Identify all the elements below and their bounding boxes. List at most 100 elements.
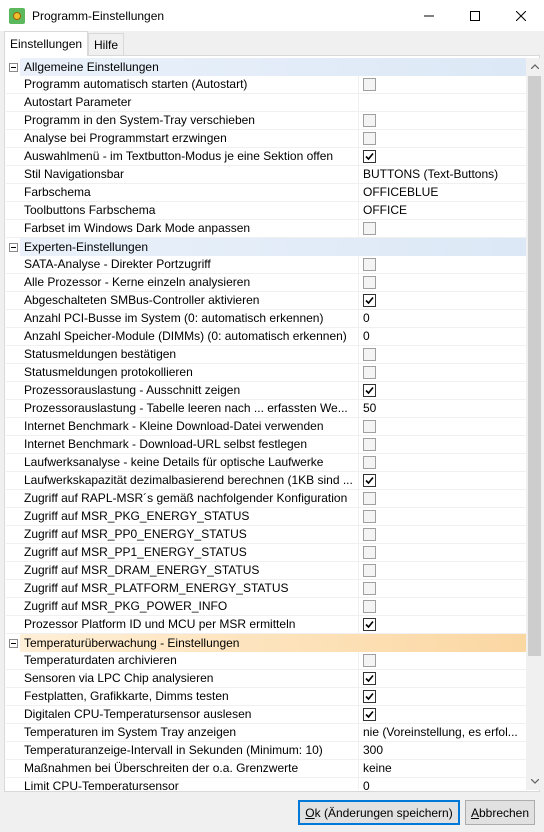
property-value[interactable]: 0 — [359, 310, 526, 327]
property-row[interactable]: Farbschema OFFICEBLUE — [6, 184, 526, 202]
property-row[interactable]: Zugriff auf MSR_PKG_POWER_INFO — [6, 598, 526, 616]
property-value[interactable]: keine — [359, 760, 526, 777]
property-value[interactable]: 50 — [359, 400, 526, 417]
row-gutter — [6, 436, 20, 453]
property-row[interactable]: Temperaturen im System Tray anzeigen nie … — [6, 724, 526, 742]
category-header[interactable]: Experten-Einstellungen — [6, 238, 526, 256]
property-value[interactable] — [359, 94, 526, 111]
checkbox-unchecked[interactable] — [363, 132, 376, 145]
property-value[interactable]: BUTTONS (Text-Buttons) — [359, 166, 526, 183]
property-row[interactable]: Stil Navigationsbar BUTTONS (Text-Buttons… — [6, 166, 526, 184]
category-header[interactable]: Temperaturüberwachung - Einstellungen — [6, 634, 526, 652]
checkbox-unchecked[interactable] — [363, 438, 376, 451]
property-row[interactable]: Zugriff auf MSR_PKG_ENERGY_STATUS — [6, 508, 526, 526]
vertical-scrollbar[interactable] — [526, 58, 543, 790]
checkbox-unchecked[interactable] — [363, 546, 376, 559]
property-row[interactable]: Prozessorauslastung - Tabelle leeren nac… — [6, 400, 526, 418]
checkbox-unchecked[interactable] — [363, 528, 376, 541]
property-value — [359, 112, 526, 129]
checkbox-unchecked[interactable] — [363, 564, 376, 577]
cancel-button[interactable]: Abbrechen — [465, 800, 535, 825]
checkbox-checked[interactable] — [363, 672, 376, 685]
property-value[interactable]: 300 — [359, 742, 526, 759]
property-row[interactable]: Statusmeldungen protokollieren — [6, 364, 526, 382]
checkbox-unchecked[interactable] — [363, 222, 376, 235]
property-name: Internet Benchmark - Kleine Download-Dat… — [20, 418, 359, 435]
checkbox-checked[interactable] — [363, 708, 376, 721]
property-row[interactable]: Analyse bei Programmstart erzwingen — [6, 130, 526, 148]
property-row[interactable]: Digitalen CPU-Temperatursensor auslesen — [6, 706, 526, 724]
maximize-button[interactable] — [452, 0, 498, 31]
checkbox-unchecked[interactable] — [363, 456, 376, 469]
checkbox-checked[interactable] — [363, 294, 376, 307]
property-name: Zugriff auf RAPL-MSR´s gemäß nachfolgend… — [20, 490, 359, 507]
property-row[interactable]: Prozessorauslastung - Ausschnitt zeigen — [6, 382, 526, 400]
property-value[interactable]: 0 — [359, 778, 526, 790]
property-row[interactable]: Maßnahmen bei Überschreiten der o.a. Gre… — [6, 760, 526, 778]
property-row[interactable]: Zugriff auf MSR_PLATFORM_ENERGY_STATUS — [6, 580, 526, 598]
property-row[interactable]: Alle Prozessor - Kerne einzeln analysier… — [6, 274, 526, 292]
tab-einstellungen[interactable]: Einstellungen — [4, 31, 89, 56]
checkbox-unchecked[interactable] — [363, 276, 376, 289]
property-row[interactable]: Laufwerkskapazität dezimalbasierend bere… — [6, 472, 526, 490]
property-row[interactable]: Festplatten, Grafikkarte, Dimms testen — [6, 688, 526, 706]
checkmark-icon — [365, 386, 374, 395]
property-row[interactable]: Anzahl PCI-Busse im System (0: automatis… — [6, 310, 526, 328]
property-row[interactable]: Toolbuttons Farbschema OFFICE — [6, 202, 526, 220]
row-gutter — [6, 382, 20, 399]
row-gutter — [6, 292, 20, 309]
collapse-toggle-icon[interactable] — [6, 238, 20, 256]
checkbox-checked[interactable] — [363, 474, 376, 487]
property-row[interactable]: Laufwerksanalyse - keine Details für opt… — [6, 454, 526, 472]
property-row[interactable]: Autostart Parameter — [6, 94, 526, 112]
property-row[interactable]: Limit CPU-Temperatursensor 0 — [6, 778, 526, 790]
property-row[interactable]: Zugriff auf MSR_DRAM_ENERGY_STATUS — [6, 562, 526, 580]
checkbox-unchecked[interactable] — [363, 366, 376, 379]
checkbox-checked[interactable] — [363, 150, 376, 163]
property-row[interactable]: Zugriff auf MSR_PP0_ENERGY_STATUS — [6, 526, 526, 544]
category-header[interactable]: Allgemeine Einstellungen — [6, 58, 526, 76]
property-row[interactable]: Zugriff auf MSR_PP1_ENERGY_STATUS — [6, 544, 526, 562]
checkbox-checked[interactable] — [363, 384, 376, 397]
close-button[interactable] — [498, 0, 544, 31]
property-row[interactable]: Anzahl Speicher-Module (DIMMs) (0: autom… — [6, 328, 526, 346]
property-row[interactable]: Internet Benchmark - Kleine Download-Dat… — [6, 418, 526, 436]
checkbox-unchecked[interactable] — [363, 114, 376, 127]
minimize-button[interactable] — [406, 0, 452, 31]
property-value[interactable]: 0 — [359, 328, 526, 345]
property-row[interactable]: Programm automatisch starten (Autostart) — [6, 76, 526, 94]
property-value[interactable]: OFFICE — [359, 202, 526, 219]
property-row[interactable]: Zugriff auf RAPL-MSR´s gemäß nachfolgend… — [6, 490, 526, 508]
checkbox-unchecked[interactable] — [363, 582, 376, 595]
collapse-toggle-icon[interactable] — [6, 58, 20, 76]
property-row[interactable]: Internet Benchmark - Download-URL selbst… — [6, 436, 526, 454]
property-row[interactable]: Temperaturanzeige-Intervall in Sekunden … — [6, 742, 526, 760]
checkbox-unchecked[interactable] — [363, 78, 376, 91]
tab-hilfe[interactable]: Hilfe — [88, 33, 125, 55]
property-row[interactable]: Statusmeldungen bestätigen — [6, 346, 526, 364]
property-row[interactable]: Programm in den System-Tray verschieben — [6, 112, 526, 130]
checkbox-checked[interactable] — [363, 690, 376, 703]
property-row[interactable]: Abgeschalteten SMBus-Controller aktivier… — [6, 292, 526, 310]
property-row[interactable]: Farbset im Windows Dark Mode anpassen — [6, 220, 526, 238]
checkbox-unchecked[interactable] — [363, 420, 376, 433]
property-row[interactable]: Auswahlmenü - im Textbutton-Modus je ein… — [6, 148, 526, 166]
property-value[interactable]: nie (Voreinstellung, es erfol... — [359, 724, 526, 741]
collapse-toggle-icon[interactable] — [6, 634, 20, 652]
scroll-down-button[interactable] — [526, 773, 543, 790]
property-row[interactable]: Sensoren via LPC Chip analysieren — [6, 670, 526, 688]
property-value[interactable]: OFFICEBLUE — [359, 184, 526, 201]
scroll-thumb[interactable] — [528, 76, 541, 656]
checkbox-checked[interactable] — [363, 618, 376, 631]
checkbox-unchecked[interactable] — [363, 492, 376, 505]
checkbox-unchecked[interactable] — [363, 600, 376, 613]
property-row[interactable]: Temperaturdaten archivieren — [6, 652, 526, 670]
property-row[interactable]: SATA-Analyse - Direkter Portzugriff — [6, 256, 526, 274]
checkbox-unchecked[interactable] — [363, 258, 376, 271]
ok-save-button[interactable]: Ok (Änderungen speichern) — [298, 800, 460, 825]
scroll-up-button[interactable] — [526, 58, 543, 75]
checkbox-unchecked[interactable] — [363, 510, 376, 523]
checkbox-unchecked[interactable] — [363, 654, 376, 667]
checkbox-unchecked[interactable] — [363, 348, 376, 361]
property-row[interactable]: Prozessor Platform ID und MCU per MSR er… — [6, 616, 526, 634]
